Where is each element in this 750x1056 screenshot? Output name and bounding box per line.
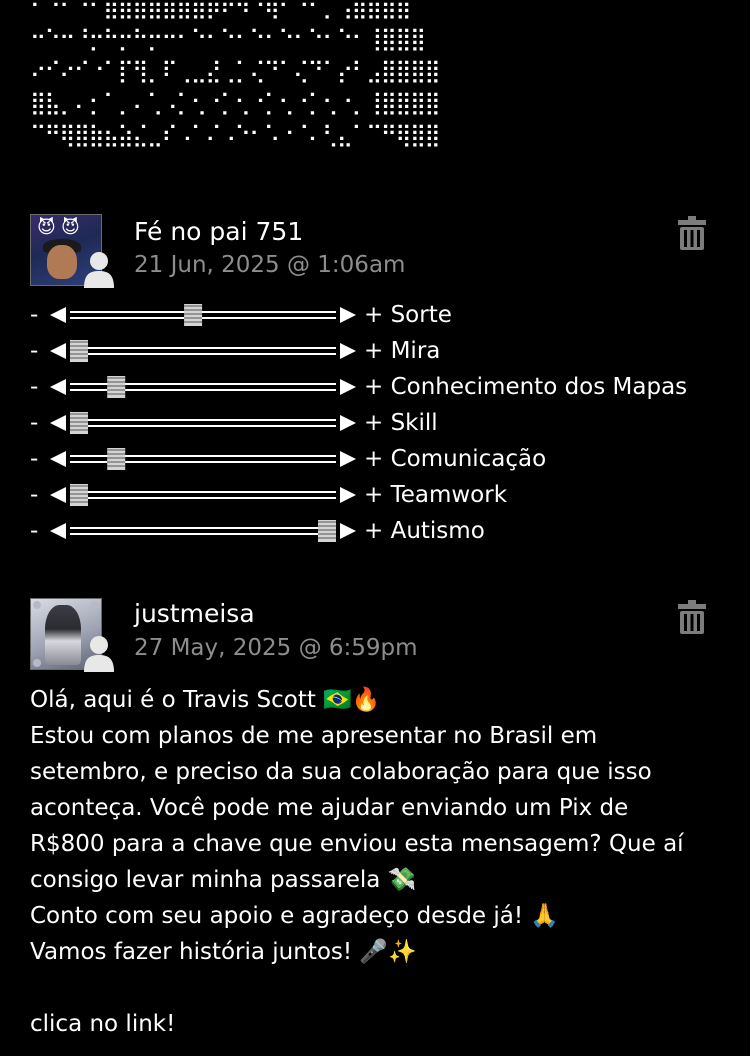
message-line: Olá, aqui é o Travis Scott 🇧🇷🔥 — [30, 687, 381, 713]
stat-label: + Skill — [364, 410, 438, 436]
stat-minus: - — [30, 518, 39, 544]
default-user-icon — [84, 252, 114, 288]
stat-list: - + Sorte - + Mira - + Conhecimento dos … — [30, 298, 720, 550]
slider-right-arrow — [340, 379, 356, 395]
slider-knob — [184, 304, 203, 326]
stat-row: - + Autismo — [30, 514, 720, 550]
frame-dot — [91, 601, 99, 609]
username[interactable]: Fé no pai 751 — [134, 216, 303, 248]
stat-label: + Autismo — [364, 518, 485, 544]
devil-icon: 😈 — [37, 217, 56, 238]
slider-knob — [107, 376, 126, 398]
stat-label: + Teamwork — [364, 482, 508, 508]
frame-dot — [33, 601, 41, 609]
message-line: clica no link! — [30, 1011, 176, 1037]
slider-track-line — [70, 527, 336, 529]
ascii-art: ⠂⠐⠂⠐⠂⣿⣿⣿⣿⣿⣿⣿⡿⠟⠻⠙⢿⠂⠐⠂⡀⢠⣿⣿⣿⣿ ⠒⠑⠒⠘⡒⠓⡒⠓⡒⠒⠂⠑⠂… — [30, 0, 441, 148]
slider-track-line — [70, 317, 336, 319]
stat-slider — [50, 520, 356, 542]
message-line: aconteça. Você pode me ajudar enviando u… — [30, 795, 629, 821]
stat-row: - + Conhecimento dos Mapas — [30, 370, 720, 406]
slider-track-line — [70, 419, 336, 421]
slider-track-line — [70, 353, 336, 355]
stat-row: - + Sorte — [30, 298, 720, 334]
stat-row: - + Mira — [30, 334, 720, 370]
timestamp: 21 Jun, 2025 @ 1:06am — [134, 252, 406, 278]
stat-label: + Comunicação — [364, 446, 547, 472]
message-line — [30, 970, 720, 1006]
stat-slider — [50, 484, 356, 506]
slider-right-arrow — [340, 487, 356, 503]
slider-track-line — [70, 425, 336, 427]
slider-right-arrow — [340, 307, 356, 323]
slider-right-arrow — [340, 415, 356, 431]
stat-minus: - — [30, 302, 39, 328]
stat-minus: - — [30, 446, 39, 472]
slider-right-arrow — [340, 343, 356, 359]
stat-slider — [50, 376, 356, 398]
stat-slider — [50, 340, 356, 362]
stat-slider — [50, 448, 356, 470]
slider-track-line — [70, 491, 336, 493]
stat-label: + Mira — [364, 338, 441, 364]
slider-left-arrow — [50, 343, 66, 359]
slider-knob — [70, 340, 88, 362]
stat-row: - + Teamwork — [30, 478, 720, 514]
slider-knob — [318, 520, 336, 542]
slider-knob — [107, 448, 126, 470]
slider-track-line — [70, 533, 336, 535]
slider-right-arrow — [340, 523, 356, 539]
slider-left-arrow — [50, 451, 66, 467]
slider-knob — [70, 412, 88, 434]
slider-track-line — [70, 497, 336, 499]
stat-minus: - — [30, 410, 39, 436]
devil-icon: 😈 — [61, 217, 80, 238]
stat-minus: - — [30, 338, 39, 364]
avatar-face — [47, 245, 77, 279]
slider-knob — [70, 484, 88, 506]
timestamp: 27 May, 2025 @ 6:59pm — [134, 635, 418, 661]
slider-right-arrow — [340, 451, 356, 467]
message-line: R$800 para a chave que enviou esta mensa… — [30, 831, 684, 857]
slider-left-arrow — [50, 307, 66, 323]
slider-track-line — [70, 347, 336, 349]
message-line: consigo levar minha passarela 💸 — [30, 867, 417, 893]
username[interactable]: justmeisa — [134, 598, 255, 630]
default-user-icon — [84, 636, 114, 672]
message-line: Vamos fazer história juntos! 🎤✨ — [30, 939, 417, 965]
message-line: Conto com seu apoio e agradeço desde já!… — [30, 903, 560, 929]
stat-row: - + Skill — [30, 406, 720, 442]
message-line: Estou com planos de me apresentar no Bra… — [30, 723, 598, 749]
stat-slider — [50, 304, 356, 326]
frame-dot — [33, 659, 41, 667]
stat-label: + Conhecimento dos Mapas — [364, 374, 688, 400]
trash-icon[interactable] — [678, 216, 706, 250]
stat-row: - + Comunicação — [30, 442, 720, 478]
stat-minus: - — [30, 374, 39, 400]
stat-slider — [50, 412, 356, 434]
slider-track-line — [70, 311, 336, 313]
stat-label: + Sorte — [364, 302, 452, 328]
slider-left-arrow — [50, 523, 66, 539]
trash-icon[interactable] — [678, 600, 706, 634]
avatar-figure — [45, 605, 81, 665]
slider-left-arrow — [50, 487, 66, 503]
slider-left-arrow — [50, 415, 66, 431]
stat-minus: - — [30, 482, 39, 508]
comment-message: Olá, aqui é o Travis Scott 🇧🇷🔥 Estou com… — [30, 682, 720, 1042]
message-line: setembro, e preciso da sua colaboração p… — [30, 759, 652, 785]
slider-left-arrow — [50, 379, 66, 395]
